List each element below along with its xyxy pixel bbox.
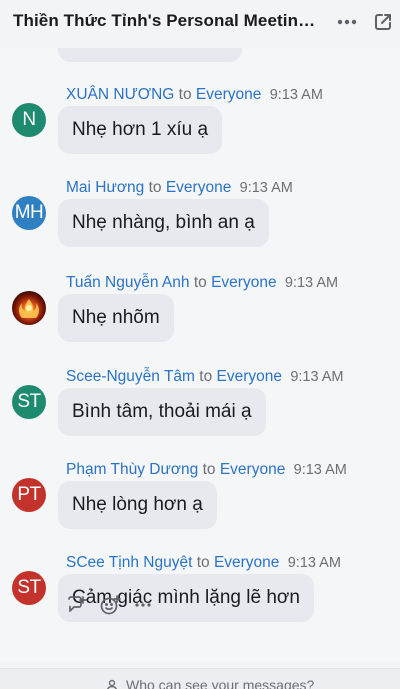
add-reaction-button[interactable] [99, 594, 121, 616]
message-time: 9:13 AM [284, 275, 339, 291]
avatar[interactable]: PT [12, 478, 46, 512]
message-bubble[interactable]: Bình tâm, thoải mái ạ [58, 388, 266, 436]
to-label: to [178, 86, 192, 103]
message-time: 9:13 AM [290, 369, 344, 385]
to-label: to [196, 554, 210, 571]
avatar[interactable]: N [12, 103, 46, 137]
more-actions-button[interactable] [132, 594, 154, 616]
chat-message: SCee Tịnh Nguyệt to Everyone 9:13 AM ST … [0, 554, 400, 650]
message-actions [66, 594, 154, 616]
fire-figure-icon [19, 299, 39, 318]
avatar[interactable]: ST [12, 571, 46, 605]
sender-name[interactable]: Phạm Thùy Dương [66, 461, 198, 478]
recipient-name[interactable]: Everyone [217, 368, 282, 385]
message-bubble[interactable]: Nhẹ nhõm [58, 294, 174, 342]
reply-thread-button[interactable] [66, 594, 88, 616]
pop-out-icon [375, 14, 391, 30]
reply-thread-icon [68, 596, 87, 612]
sender-name[interactable]: Mai Hương [66, 179, 144, 196]
sender-name[interactable]: SCee Tịnh Nguyệt [66, 554, 192, 571]
avatar-photo[interactable] [12, 291, 46, 325]
message-bubble[interactable]: Nhẹ lòng hơn ạ [58, 481, 217, 529]
message-meta: Tuấn Nguyễn Anh to Everyone 9:13 AM [66, 274, 338, 292]
message-bubble[interactable]: Nhẹ hơn 1 xíu ạ [58, 106, 223, 154]
to-label: to [199, 368, 213, 385]
to-label: to [193, 274, 207, 291]
person-icon [107, 679, 117, 689]
sender-name[interactable]: XUÂN NƯƠNG [66, 86, 174, 103]
pop-out-button[interactable] [369, 8, 397, 36]
more-horizontal-icon [135, 603, 151, 607]
more-options-button[interactable] [333, 8, 361, 36]
footer-text: Who can see your messages? [126, 677, 315, 689]
sender-name[interactable]: Tuấn Nguyễn Anh [66, 274, 190, 291]
chat-message-list[interactable]: XUÂN NƯƠNG to Everyone 9:13 AM N Nhẹ hơn… [0, 48, 400, 662]
chat-message: Phạm Thùy Dương to Everyone 9:13 AM PT N… [0, 461, 400, 557]
visibility-footer: Who can see your messages? [0, 668, 400, 689]
recipient-name[interactable]: Everyone [196, 86, 261, 103]
sender-name[interactable]: Scee-Nguyễn Tâm [66, 368, 195, 385]
message-meta: Phạm Thùy Dương to Everyone 9:13 AM [66, 461, 347, 479]
add-reaction-icon [100, 595, 121, 615]
chat-header: Thiền Thức Tỉnh's Personal Meeting Room [0, 0, 400, 48]
chat-message: Mai Hương to Everyone 9:13 AM MH Nhẹ nhà… [0, 179, 400, 275]
message-time: 9:13 AM [239, 180, 293, 196]
message-bubble[interactable]: Nhẹ nhàng, bình an ạ [58, 199, 269, 247]
meeting-title: Thiền Thức Tỉnh's Personal Meeting Room [13, 11, 325, 30]
message-meta: Scee-Nguyễn Tâm to Everyone 9:13 AM [66, 368, 344, 386]
who-can-see-link[interactable]: Who can see your messages? [106, 677, 314, 689]
chat-message: Scee-Nguyễn Tâm to Everyone 9:13 AM ST B… [0, 368, 400, 464]
recipient-name[interactable]: Everyone [211, 274, 276, 291]
message-time: 9:13 AM [293, 462, 347, 478]
avatar[interactable]: MH [12, 196, 46, 230]
more-horizontal-icon [337, 19, 357, 25]
to-label: to [202, 461, 216, 478]
recipient-name[interactable]: Everyone [214, 554, 279, 571]
avatar[interactable]: ST [12, 385, 46, 419]
recipient-name[interactable]: Everyone [166, 179, 231, 196]
message-time: 9:13 AM [269, 87, 323, 103]
message-meta: XUÂN NƯƠNG to Everyone 9:13 AM [66, 86, 323, 104]
chat-message: Tuấn Nguyễn Anh to Everyone 9:13 AM Nhẹ … [0, 274, 400, 370]
message-meta: SCee Tịnh Nguyệt to Everyone 9:13 AM [66, 554, 341, 572]
recipient-name[interactable]: Everyone [220, 461, 285, 478]
to-label: to [148, 179, 162, 196]
chat-message: XUÂN NƯƠNG to Everyone 9:13 AM N Nhẹ hơn… [0, 86, 400, 182]
previous-message-bubble [58, 48, 242, 62]
message-meta: Mai Hương to Everyone 9:13 AM [66, 179, 293, 197]
message-time: 9:13 AM [287, 555, 341, 571]
